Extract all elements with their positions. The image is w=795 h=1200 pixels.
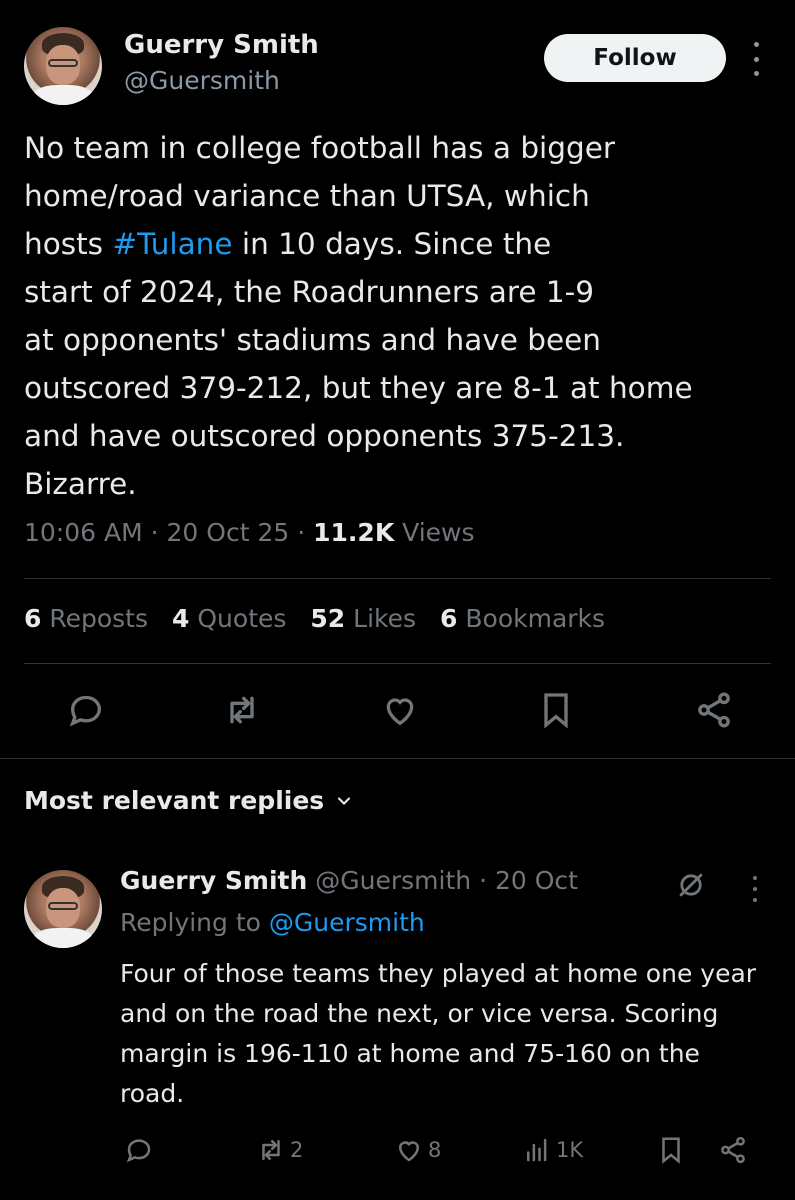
bookmark-icon <box>662 1137 680 1164</box>
reply-repost-button[interactable]: 2 <box>256 1130 303 1170</box>
post-date[interactable]: 20 Oct 25 <box>167 518 290 547</box>
reply-action-bar: 2 8 1K <box>0 1130 795 1170</box>
more-icon[interactable] <box>746 42 766 76</box>
likes-count: 52 <box>310 604 346 633</box>
views-icon <box>527 1138 547 1162</box>
reposts-stat[interactable]: 6 Reposts <box>24 604 148 633</box>
post-header: Guerry Smith @Guersmith Follow <box>24 24 771 108</box>
reply-views-count: 1K <box>556 1138 584 1162</box>
repost-icon <box>262 1140 280 1160</box>
bookmarks-count: 6 <box>440 604 458 633</box>
replying-mention[interactable]: @Guersmith <box>269 908 425 937</box>
replies-sort-dropdown[interactable]: Most relevant replies <box>24 786 354 815</box>
like-icon[interactable] <box>380 690 420 730</box>
bookmarks-stat[interactable]: 6 Bookmarks <box>440 604 605 633</box>
reply-text: Four of those teams they played at home … <box>120 959 757 1108</box>
hashtag-link[interactable]: #Tulane <box>112 227 232 261</box>
replying-to: Replying to @Guersmith <box>120 908 425 937</box>
reply-like-button[interactable]: 8 <box>394 1130 441 1170</box>
reply-bookmark-button[interactable] <box>656 1130 686 1170</box>
divider <box>0 758 795 759</box>
reply-icon[interactable] <box>66 690 106 730</box>
divider <box>24 663 771 664</box>
reply-like-count: 8 <box>428 1138 442 1162</box>
reply-author-avatar[interactable] <box>24 870 102 948</box>
like-icon <box>398 1141 420 1162</box>
replying-prefix: Replying to <box>120 908 269 937</box>
post-text-end: in 10 days. Since the start of 2024, the… <box>24 227 693 501</box>
author-name[interactable]: Guerry Smith <box>124 30 319 60</box>
meta-separator: · <box>297 518 306 547</box>
reply-separator: · <box>479 866 488 895</box>
bookmark-icon[interactable] <box>536 690 576 730</box>
reply-date[interactable]: 20 Oct <box>495 866 578 895</box>
reply-share-button[interactable] <box>718 1130 748 1170</box>
more-icon[interactable] <box>748 876 762 902</box>
reposts-count: 6 <box>24 604 42 633</box>
quotes-count: 4 <box>172 604 190 633</box>
grok-icon[interactable] <box>674 868 708 902</box>
follow-button[interactable]: Follow <box>544 34 726 82</box>
share-icon[interactable] <box>694 690 734 730</box>
post-time[interactable]: 10:06 AM <box>24 518 143 547</box>
quotes-stat[interactable]: 4 Quotes <box>172 604 286 633</box>
author-handle[interactable]: @Guersmith <box>124 66 280 95</box>
divider <box>24 578 771 579</box>
share-icon <box>721 1136 745 1164</box>
reply-views-button[interactable]: 1K <box>522 1130 583 1170</box>
post-text: No team in college football has a bigger… <box>24 124 774 508</box>
engagement-stats: 6 Reposts 4 Quotes 52 Likes 6 Bookmarks <box>24 604 605 633</box>
reply-author-name[interactable]: Guerry Smith <box>120 866 307 895</box>
likes-label: Likes <box>353 604 417 633</box>
repost-icon[interactable] <box>222 690 262 730</box>
bookmarks-label: Bookmarks <box>465 604 606 633</box>
reply-reply-button[interactable] <box>124 1130 154 1170</box>
post-detail-page: Guerry Smith @Guersmith Follow No team i… <box>0 0 795 1200</box>
views-count: 11.2K <box>313 518 395 547</box>
reposts-label: Reposts <box>49 604 149 633</box>
replies-heading-label: Most relevant replies <box>24 786 325 815</box>
reply-author-handle[interactable]: @Guersmith <box>315 866 471 895</box>
post-action-bar <box>0 690 795 738</box>
quotes-label: Quotes <box>197 604 287 633</box>
chevron-down-icon <box>338 796 351 805</box>
reply-header: Guerry Smith @Guersmith · 20 Oct <box>120 866 578 895</box>
reply-repost-count: 2 <box>290 1138 304 1162</box>
author-avatar[interactable] <box>24 27 102 105</box>
likes-stat[interactable]: 52 Likes <box>310 604 416 633</box>
views-label: Views <box>402 518 475 547</box>
post-meta: 10:06 AM · 20 Oct 25 · 11.2K Views <box>24 518 475 547</box>
meta-separator: · <box>150 518 159 547</box>
reply-icon <box>126 1139 151 1163</box>
